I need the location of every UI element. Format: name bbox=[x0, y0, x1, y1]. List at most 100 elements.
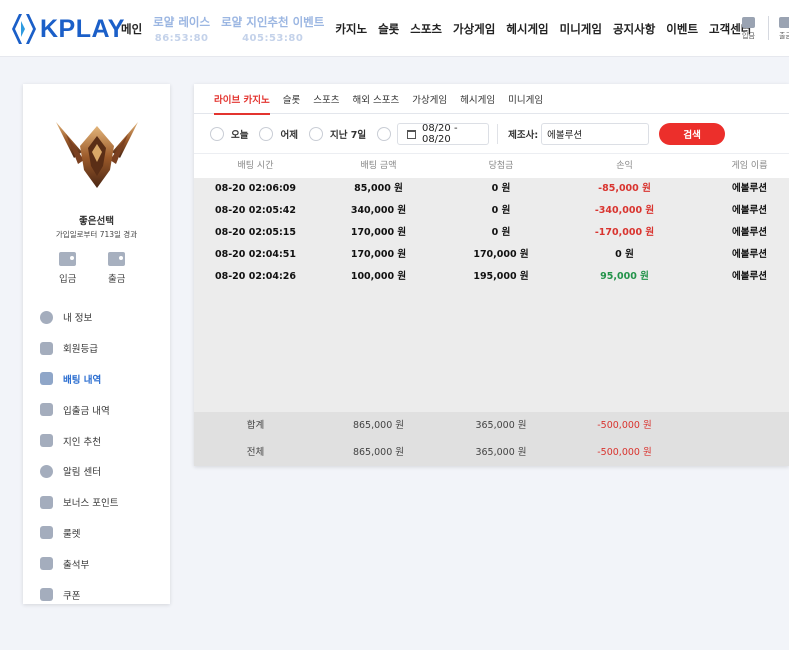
footer-win: 365,000 원 bbox=[475, 447, 527, 458]
nav-royal-referral-event[interactable]: 로얄 지인추천 이벤트 405:53:80 bbox=[221, 0, 324, 57]
nav-event[interactable]: 이벤트 bbox=[666, 0, 698, 57]
sidebar-withdraw-button[interactable]: 출금 bbox=[108, 252, 125, 285]
header-winnings: 당첨금 bbox=[488, 161, 514, 171]
sidebar-item-label: 쿠폰 bbox=[63, 590, 81, 602]
cell-game: 에볼루션 bbox=[732, 183, 767, 194]
table-row: 08-20 02:05:15 170,000 원 0 원 -170,000 원 … bbox=[194, 222, 789, 244]
sidebar-item-bonus-points[interactable]: 보너스 포인트 bbox=[40, 487, 165, 518]
table-row: 08-20 02:06:09 85,000 원 0 원 -85,000 원 에볼… bbox=[194, 178, 789, 200]
nav-label: 헤시게임 bbox=[506, 21, 549, 36]
nav-casino[interactable]: 카지노 bbox=[335, 0, 367, 57]
sidebar-item-label: 배팅 내역 bbox=[63, 374, 102, 386]
tab-virtual[interactable]: 가상게임 bbox=[412, 84, 447, 114]
radio-circle bbox=[210, 127, 224, 141]
cell-game: 에볼루션 bbox=[732, 205, 767, 216]
header-game-name: 게임 이름 bbox=[731, 161, 768, 171]
sidebar-item-transactions[interactable]: 입출금 내역 bbox=[40, 394, 165, 425]
nav-label: 로얄 레이스 bbox=[153, 14, 211, 29]
sidebar-item-my-info[interactable]: 내 정보 bbox=[40, 302, 165, 333]
table-footer: 합계 865,000 원 365,000 원 -500,000 원 전체 865… bbox=[194, 412, 789, 466]
date-range-value: 08/20 - 08/20 bbox=[421, 123, 458, 145]
logo-text: KPLAY bbox=[40, 14, 125, 43]
radio-label: 어제 bbox=[280, 130, 298, 141]
sidebar-item-label: 보너스 포인트 bbox=[63, 498, 119, 510]
tab-sports[interactable]: 스포츠 bbox=[313, 84, 339, 114]
roulette-icon bbox=[40, 526, 53, 540]
nav-timer: 405:53:80 bbox=[242, 32, 304, 44]
nav-label: 이벤트 bbox=[666, 21, 699, 36]
nav-timer: 86:53:80 bbox=[154, 32, 209, 44]
cell-time: 08-20 02:05:15 bbox=[215, 227, 296, 238]
logo[interactable]: KPLAY bbox=[11, 12, 125, 46]
wallet-icon bbox=[40, 403, 53, 417]
cell-bet: 170,000 원 bbox=[350, 249, 407, 260]
sidebar-item-label: 회원등급 bbox=[63, 344, 98, 356]
nav-royal-race[interactable]: 로얄 레이스 86:53:80 bbox=[153, 0, 210, 57]
sidebar-item-label: 입출금 내역 bbox=[63, 405, 110, 417]
filter-yesterday-radio[interactable]: 어제 bbox=[259, 127, 298, 141]
sidebar-item-roulette[interactable]: 룰렛 bbox=[40, 518, 165, 549]
footer-label: 전체 bbox=[246, 447, 265, 458]
search-button[interactable]: 검색 bbox=[659, 123, 726, 145]
attendance-icon bbox=[40, 557, 53, 571]
tab-mini[interactable]: 미니게임 bbox=[508, 84, 543, 114]
logo-mark-icon bbox=[11, 12, 37, 46]
nav-notice[interactable]: 공지사항 bbox=[613, 0, 655, 57]
nav-virtual[interactable]: 가상게임 bbox=[453, 0, 495, 57]
sidebar-deposit-button[interactable]: 입금 bbox=[59, 252, 76, 285]
nav-slot[interactable]: 슬롯 bbox=[378, 0, 399, 57]
sidebar-item-grade[interactable]: 회원등급 bbox=[40, 333, 165, 364]
table-row: 08-20 02:04:51 170,000 원 170,000 원 0 원 에… bbox=[194, 244, 789, 266]
footer-profit: -500,000 원 bbox=[597, 447, 652, 458]
tab-hash[interactable]: 헤시게임 bbox=[460, 84, 495, 114]
radio-label: 오늘 bbox=[231, 130, 249, 141]
cell-game: 에볼루션 bbox=[732, 249, 767, 260]
cell-time: 08-20 02:06:09 bbox=[215, 183, 296, 194]
game-tabs: 라이브 카지노 슬롯 스포츠 해외 스포츠 가상게임 헤시게임 미니게임 bbox=[194, 84, 789, 115]
tab-live-casino[interactable]: 라이브 카지노 bbox=[214, 84, 270, 115]
grade-icon bbox=[40, 341, 53, 355]
nav-mini[interactable]: 미니게임 bbox=[560, 0, 602, 57]
cell-bet: 100,000 원 bbox=[350, 271, 407, 282]
nav-hash[interactable]: 헤시게임 bbox=[506, 0, 548, 57]
filter-today-radio[interactable]: 오늘 bbox=[210, 127, 248, 141]
withdraw-icon bbox=[108, 252, 126, 266]
filter-bar: 오늘 어제 지난 7일 08/20 - 08/20 제조사: 검색 bbox=[194, 115, 789, 153]
nav-main[interactable]: 메인 bbox=[121, 0, 142, 57]
cell-time: 08-20 02:04:51 bbox=[215, 249, 296, 260]
header-deposit-label: 입금 bbox=[742, 32, 755, 40]
sidebar-item-bet-history[interactable]: 배팅 내역 bbox=[40, 364, 165, 395]
cell-bet: 340,000 원 bbox=[350, 205, 407, 216]
total-row: 전체 865,000 원 365,000 원 -500,000 원 bbox=[194, 439, 789, 466]
cell-win: 195,000 원 bbox=[473, 271, 529, 282]
footer-bet: 865,000 원 bbox=[352, 447, 405, 458]
header-withdraw-button[interactable]: 출금 bbox=[779, 17, 789, 41]
cell-win: 170,000 원 bbox=[473, 249, 529, 260]
radio-circle bbox=[308, 127, 323, 141]
sidebar-item-notifications[interactable]: 알림 센터 bbox=[40, 456, 165, 487]
cell-win: 0 원 bbox=[491, 205, 511, 216]
deposit-icon bbox=[742, 17, 755, 28]
sidebar: 좋은선택 가입일로부터 713일 경과 입금 출금 내 정보 회원등급 배팅 내… bbox=[23, 84, 170, 604]
sidebar-item-coupon[interactable]: 쿠폰 bbox=[40, 579, 165, 610]
nav-sports[interactable]: 스포츠 bbox=[410, 0, 442, 57]
bet-history-icon bbox=[40, 372, 53, 386]
cell-time: 08-20 02:05:42 bbox=[215, 205, 296, 216]
header-deposit-button[interactable]: 입금 bbox=[742, 17, 755, 41]
filter-custom-radio[interactable] bbox=[377, 127, 392, 141]
cell-profit: 95,000 원 bbox=[600, 271, 649, 282]
date-range-picker[interactable]: 08/20 - 08/20 bbox=[397, 123, 490, 145]
nav-label: 공지사항 bbox=[612, 21, 656, 36]
tab-overseas-sports[interactable]: 해외 스포츠 bbox=[352, 84, 399, 114]
nav-label: 카지노 bbox=[335, 21, 368, 36]
sidebar-item-referral[interactable]: 지인 추천 bbox=[40, 425, 165, 456]
filter-last7-radio[interactable]: 지난 7일 bbox=[308, 127, 366, 141]
sidebar-item-attendance[interactable]: 출석부 bbox=[40, 548, 165, 579]
header-withdraw-label: 출금 bbox=[779, 32, 789, 40]
nav-label: 가상게임 bbox=[452, 21, 496, 36]
provider-input[interactable] bbox=[541, 123, 650, 145]
tab-slot[interactable]: 슬롯 bbox=[283, 84, 300, 114]
cell-profit: -340,000 원 bbox=[594, 205, 655, 216]
member-since: 가입일로부터 713일 경과 bbox=[55, 230, 138, 239]
nav-label: 메인 bbox=[121, 21, 143, 36]
